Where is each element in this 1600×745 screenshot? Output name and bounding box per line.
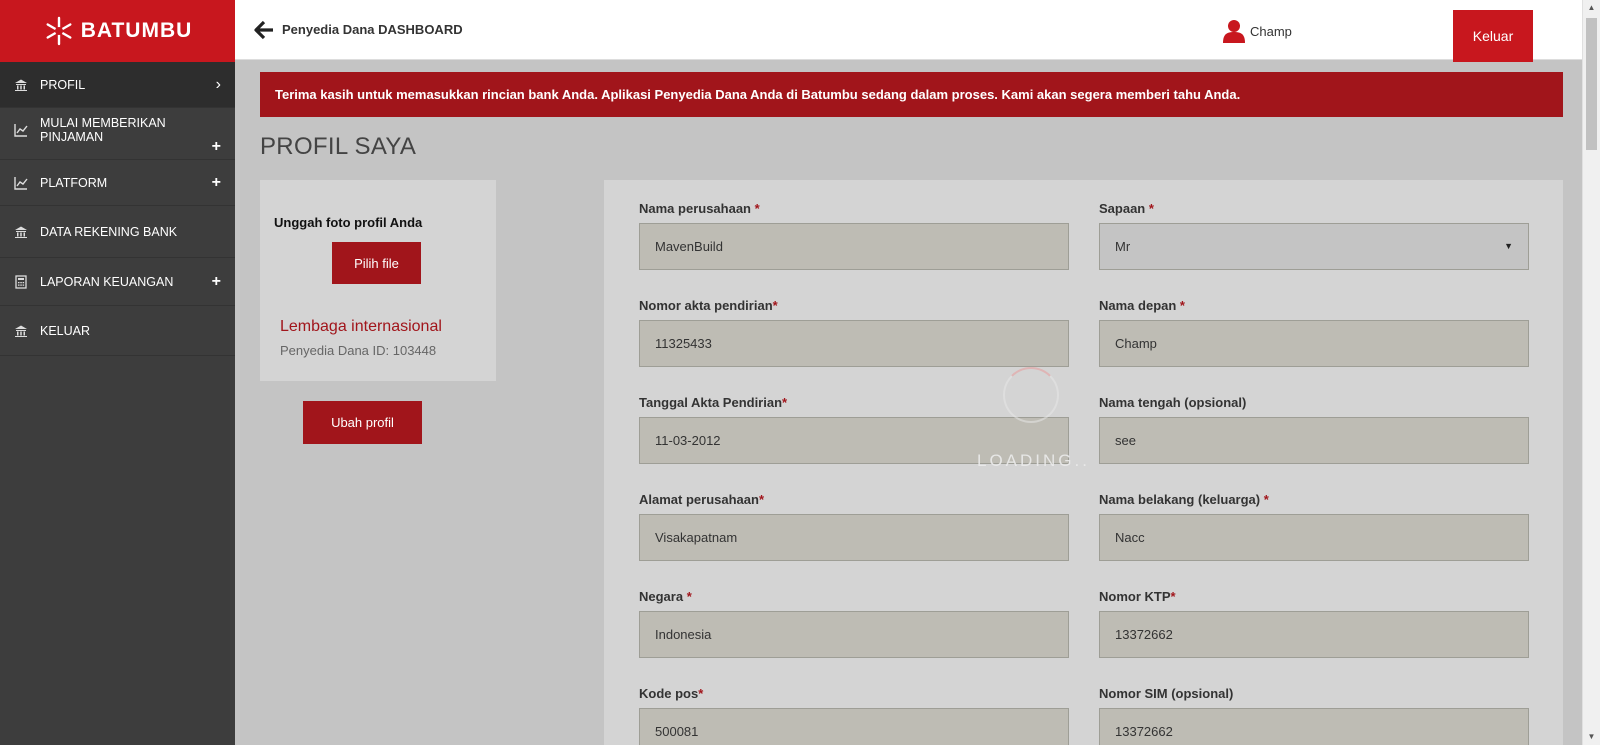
scrollbar-thumb[interactable]	[1586, 18, 1597, 150]
field-label: Alamat perusahaan*	[639, 492, 764, 507]
middle-name-field: Nama tengah (opsional) see	[1099, 395, 1529, 464]
company-address-input[interactable]: Visakapatnam	[639, 514, 1069, 561]
field-label: Nomor akta pendirian*	[639, 298, 778, 313]
sidebar-item-label: LAPORAN KEUANGAN	[40, 274, 174, 289]
plus-icon: +	[211, 138, 221, 155]
plus-icon: +	[211, 173, 221, 191]
sidebar-item-label: PROFIL	[40, 77, 86, 92]
page-title: PROFIL SAYA	[260, 133, 417, 160]
bank-icon	[15, 226, 27, 238]
country-field: Negara * Indonesia	[639, 589, 1069, 658]
sidebar-item-mulai-memberikan-pinjaman[interactable]: MULAI MEMBERIKAN PINJAMAN +	[0, 108, 235, 160]
batumbu-logo-icon	[46, 16, 72, 46]
chart-icon	[14, 123, 28, 137]
postal-code-input[interactable]: 500081	[639, 708, 1069, 745]
profile-photo-card: Unggah foto profil Anda Pilih file Lemba…	[260, 180, 496, 381]
last-name-input[interactable]: Nacc	[1099, 514, 1529, 561]
user-menu[interactable]: Champ	[1223, 19, 1292, 43]
user-name: Champ	[1250, 23, 1292, 39]
last-name-field: Nama belakang (keluarga) * Nacc	[1099, 492, 1529, 561]
funder-id: Penyedia Dana ID: 103448	[280, 343, 437, 358]
company-name-input[interactable]: MavenBuild	[639, 223, 1069, 270]
top-bar: Penyedia Dana DASHBOARD Champ Keluar	[235, 0, 1582, 62]
sidebar-item-label: KELUAR	[40, 323, 91, 338]
arrow-left-icon[interactable]	[253, 19, 275, 41]
sidebar-item-profil[interactable]: PROFIL ›	[0, 62, 235, 108]
field-label: Nomor KTP*	[1099, 589, 1176, 604]
deed-number-field: Nomor akta pendirian* 11325433	[639, 298, 1069, 367]
ktp-number-field: Nomor KTP* 13372662	[1099, 589, 1529, 658]
field-label: Negara *	[639, 589, 692, 604]
country-input[interactable]: Indonesia	[639, 611, 1069, 658]
bank-icon	[15, 79, 27, 91]
calculator-icon	[15, 274, 27, 289]
loading-spinner-icon	[1003, 367, 1059, 423]
field-label: Sapaan *	[1099, 201, 1154, 216]
field-label: Nomor SIM (opsional)	[1099, 686, 1234, 701]
organization-type: Lembaga internasional	[280, 318, 442, 335]
field-label: Nama tengah (opsional)	[1099, 395, 1247, 410]
choose-file-button[interactable]: Pilih file	[332, 242, 421, 284]
field-label: Kode pos*	[639, 686, 704, 701]
chart-icon	[14, 176, 28, 190]
middle-name-input[interactable]: see	[1099, 417, 1529, 464]
scroll-down-icon[interactable]: ▼	[1583, 729, 1600, 745]
logout-button[interactable]: Keluar	[1453, 10, 1533, 62]
sidebar-item-platform[interactable]: PLATFORM +	[0, 160, 235, 206]
sim-number-field: Nomor SIM (opsional) 13372662	[1099, 686, 1529, 745]
breadcrumb[interactable]: Penyedia Dana DASHBOARD	[282, 22, 463, 37]
field-label: Nama depan *	[1099, 298, 1185, 313]
status-alert: Terima kasih untuk memasukkan rincian ba…	[260, 72, 1563, 117]
bank-icon	[15, 325, 27, 337]
brand-name: BATUMBU	[80, 19, 193, 42]
caret-down-icon: ▼	[1504, 241, 1513, 251]
edit-profile-button[interactable]: Ubah profil	[303, 401, 422, 444]
loading-text: LOADING..	[977, 451, 1090, 470]
company-address-field: Alamat perusahaan* Visakapatnam	[639, 492, 1069, 561]
field-label: Nama perusahaan *	[639, 201, 760, 216]
sidebar-item-keluar[interactable]: KELUAR	[0, 306, 235, 356]
salutation-select[interactable]: Mr ▼	[1099, 223, 1529, 270]
sidebar-item-data-rekening-bank[interactable]: DATA REKENING BANK	[0, 206, 235, 258]
page-scrollbar[interactable]: ▲ ▼	[1582, 0, 1600, 745]
sidebar: BATUMBU PROFIL › MULAI MEMBERIKAN PINJAM…	[0, 0, 235, 745]
sidebar-item-laporan-keuangan[interactable]: LAPORAN KEUANGAN +	[0, 258, 235, 306]
sidebar-item-label: DATA REKENING BANK	[40, 224, 178, 239]
plus-icon: +	[211, 272, 221, 290]
first-name-field: Nama depan * Champ	[1099, 298, 1529, 367]
sidebar-item-label: PLATFORM	[40, 175, 108, 190]
user-icon	[1223, 20, 1245, 43]
deed-number-input[interactable]: 11325433	[639, 320, 1069, 367]
company-name-field: Nama perusahaan * MavenBuild	[639, 201, 1069, 270]
sidebar-item-label: MULAI MEMBERIKAN PINJAMAN	[40, 115, 166, 144]
field-label: Nama belakang (keluarga) *	[1099, 492, 1269, 507]
upload-photo-label: Unggah foto profil Anda	[274, 215, 423, 230]
postal-code-field: Kode pos* 500081	[639, 686, 1069, 745]
first-name-input[interactable]: Champ	[1099, 320, 1529, 367]
sim-number-input[interactable]: 13372662	[1099, 708, 1529, 745]
ktp-number-input[interactable]: 13372662	[1099, 611, 1529, 658]
salutation-field: Sapaan * Mr ▼	[1099, 201, 1529, 270]
logo[interactable]: BATUMBU	[0, 0, 235, 62]
chevron-right-icon: ›	[215, 75, 221, 93]
scroll-up-icon[interactable]: ▲	[1583, 0, 1600, 16]
